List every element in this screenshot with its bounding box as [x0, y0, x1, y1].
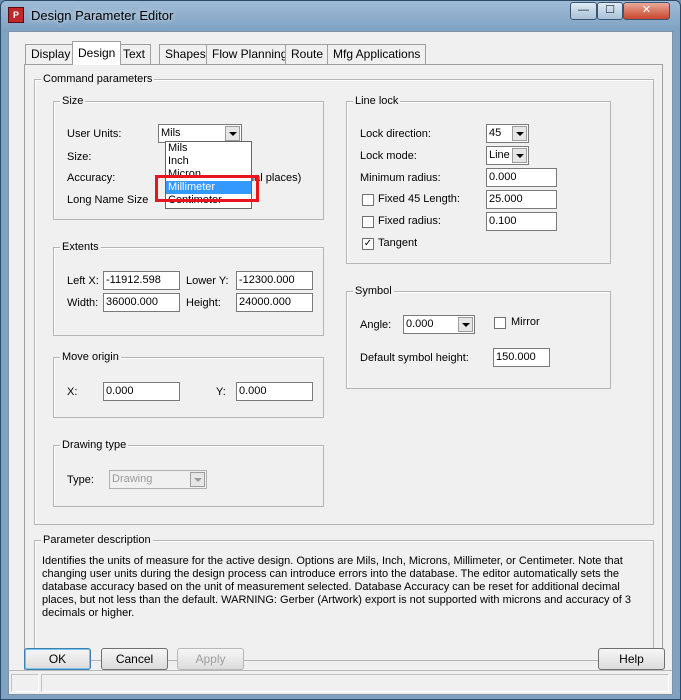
- width-input[interactable]: 36000.000: [103, 293, 180, 312]
- parameter-description-text: Identifies the units of measure for the …: [42, 555, 631, 619]
- ok-button[interactable]: OK: [24, 648, 91, 670]
- units-option-mils[interactable]: Mils: [166, 142, 251, 155]
- apply-button: Apply: [177, 648, 244, 670]
- help-button[interactable]: Help: [598, 648, 665, 670]
- units-option-millimeter[interactable]: Millimeter: [166, 181, 251, 194]
- tangent-checkbox[interactable]: ✓: [362, 238, 374, 250]
- lock-direction-combo[interactable]: 45: [486, 124, 529, 143]
- drawing-type-combo: Drawing: [109, 470, 207, 489]
- angle-value: 0.000: [406, 318, 434, 330]
- mirror-label: Mirror: [511, 316, 540, 328]
- status-segment: [11, 674, 39, 692]
- command-parameters-group: Command parameters Size User Units: Mils…: [34, 72, 654, 525]
- fixed-45-length-label: Fixed 45 Length:: [378, 193, 460, 205]
- status-segment: [41, 674, 669, 692]
- lock-mode-combo[interactable]: Line: [486, 146, 529, 165]
- tangent-label: Tangent: [378, 237, 418, 249]
- chevron-down-icon[interactable]: [512, 148, 527, 163]
- tab-mfg-applications[interactable]: Mfg Applications: [327, 44, 427, 64]
- tab-flow-planning[interactable]: Flow Planning: [206, 44, 294, 64]
- user-units-dropdown-list[interactable]: Mils Inch Micron Millimeter Centimeter: [165, 141, 252, 209]
- height-input[interactable]: 24000.000: [236, 293, 313, 312]
- default-symbol-height-label: Default symbol height:: [360, 352, 469, 364]
- drawing-type-value: Drawing: [112, 473, 153, 485]
- extents-group: Extents Left X: -11912.598 Lower Y: -123…: [53, 240, 324, 336]
- chevron-down-icon[interactable]: [458, 317, 473, 332]
- lock-direction-label: Lock direction:: [360, 128, 431, 140]
- dialog-client: Display Design Text Shapes Flow Planning…: [8, 31, 673, 695]
- minimize-button[interactable]: —: [570, 2, 597, 20]
- minimum-radius-label: Minimum radius:: [360, 172, 441, 184]
- height-label: Height:: [186, 297, 221, 309]
- move-origin-group: Move origin X: 0.000 Y: 0.000: [53, 350, 324, 418]
- close-button[interactable]: ✕: [623, 2, 670, 20]
- size-label: Size: [60, 94, 86, 108]
- origin-x-input[interactable]: 0.000: [103, 382, 180, 401]
- angle-combo[interactable]: 0.000: [403, 315, 475, 334]
- accuracy-label: Accuracy:: [67, 172, 116, 184]
- tab-text[interactable]: Text: [117, 44, 152, 64]
- lock-direction-value: 45: [489, 127, 502, 139]
- user-units-value: Mils: [161, 127, 181, 139]
- line-lock-label: Line lock: [353, 94, 401, 108]
- parameter-description-group: Parameter description Identifies the uni…: [34, 533, 654, 661]
- mirror-checkbox[interactable]: [494, 317, 506, 329]
- lock-mode-value: Line: [489, 149, 510, 161]
- accuracy-suffix: mal places): [245, 172, 302, 184]
- tab-display[interactable]: Display: [25, 44, 77, 64]
- lower-y-label: Lower Y:: [186, 275, 229, 287]
- app-icon[interactable]: P: [8, 7, 24, 23]
- left-x-input[interactable]: -11912.598: [103, 271, 180, 290]
- drawing-type-group: Drawing type Type: Drawing: [53, 438, 324, 507]
- tab-route[interactable]: Route: [285, 44, 330, 64]
- angle-label: Angle:: [360, 319, 392, 331]
- units-option-centimeter[interactable]: Centimeter: [166, 194, 251, 207]
- chevron-down-icon: [190, 472, 205, 487]
- user-units-label: User Units:: [67, 128, 122, 140]
- parameter-description-label: Parameter description: [41, 533, 153, 547]
- line-lock-group: Line lock Lock direction: 45 Lock mode: …: [346, 94, 611, 264]
- tab-design[interactable]: Design: [72, 41, 122, 65]
- fixed-45-length-input[interactable]: 25.000: [486, 190, 557, 209]
- maximize-button[interactable]: ☐: [597, 2, 623, 20]
- fixed-radius-label: Fixed radius:: [378, 215, 441, 227]
- dialog-window: P Design Parameter Editor — ☐ ✕ Display …: [0, 0, 681, 700]
- chevron-down-icon[interactable]: [225, 126, 240, 141]
- default-symbol-height-input[interactable]: 150.000: [493, 348, 550, 367]
- minimum-radius-input[interactable]: 0.000: [486, 168, 557, 187]
- status-bar: [9, 670, 672, 694]
- long-name-size-label: Long Name Size: [67, 194, 149, 206]
- cancel-button[interactable]: Cancel: [101, 648, 168, 670]
- fixed-radius-input[interactable]: 0.100: [486, 212, 557, 231]
- title-bar[interactable]: P Design Parameter Editor — ☐ ✕: [1, 1, 680, 31]
- units-option-microns[interactable]: Micron: [166, 168, 251, 181]
- chevron-down-icon[interactable]: [512, 126, 527, 141]
- left-x-label: Left X:: [67, 275, 99, 287]
- fixed-radius-checkbox[interactable]: [362, 216, 374, 228]
- type-label: Type:: [67, 474, 94, 486]
- width-label: Width:: [67, 297, 99, 309]
- origin-y-label: Y:: [216, 386, 226, 398]
- symbol-label: Symbol: [353, 284, 394, 298]
- fixed-45-length-checkbox[interactable]: [362, 194, 374, 206]
- symbol-group: Symbol Angle: 0.000 Mirror Default symbo…: [346, 284, 611, 389]
- lower-y-input[interactable]: -12300.000: [236, 271, 313, 290]
- origin-x-label: X:: [67, 386, 78, 398]
- window-title: Design Parameter Editor: [31, 8, 174, 23]
- origin-y-input[interactable]: 0.000: [236, 382, 313, 401]
- drawing-type-label: Drawing type: [60, 438, 129, 452]
- design-tab-panel: Command parameters Size User Units: Mils…: [24, 64, 663, 674]
- move-origin-label: Move origin: [60, 350, 121, 364]
- size-field-label: Size:: [67, 151, 92, 163]
- tab-shapes[interactable]: Shapes: [159, 44, 212, 64]
- command-parameters-label: Command parameters: [41, 72, 155, 86]
- extents-label: Extents: [60, 240, 101, 254]
- units-option-inch[interactable]: Inch: [166, 155, 251, 168]
- lock-mode-label: Lock mode:: [360, 150, 417, 162]
